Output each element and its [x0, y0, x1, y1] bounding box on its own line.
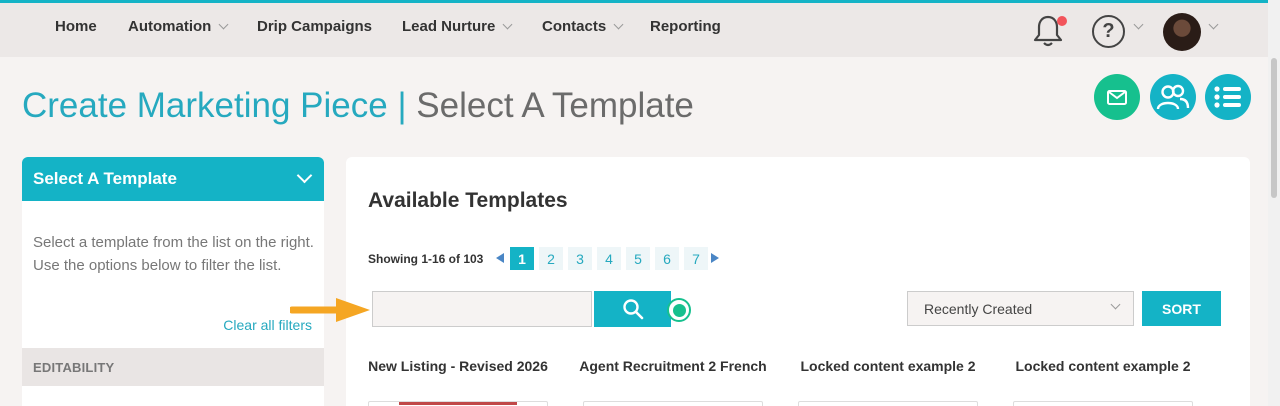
sort-select-value: Recently Created	[924, 301, 1033, 317]
nav-reporting[interactable]: Reporting	[650, 18, 721, 35]
template-thumbnail[interactable]	[1013, 401, 1193, 406]
templates-title: Available Templates	[368, 189, 568, 212]
template-thumbnail[interactable]	[583, 401, 763, 406]
template-card-title[interactable]: Locked content example 2	[793, 358, 983, 375]
template-card-title[interactable]: Locked content example 2	[1008, 358, 1198, 375]
search-button[interactable]	[594, 291, 671, 327]
search-icon	[622, 299, 643, 320]
page-scrollbar-thumb[interactable]	[1271, 58, 1277, 198]
pagination-next-icon[interactable]	[711, 253, 719, 263]
nav-lead-nurture[interactable]: Lead Nurture	[402, 18, 513, 35]
page-link[interactable]: 2	[539, 247, 563, 270]
chevron-down-icon	[218, 19, 229, 30]
pagination-prev-icon[interactable]	[496, 253, 504, 263]
users-button[interactable]	[1150, 74, 1196, 120]
editability-section-header[interactable]: EDITABILITY	[22, 348, 324, 386]
nav-contacts-label: Contacts	[542, 18, 607, 35]
template-thumbnail[interactable]	[798, 401, 978, 406]
mail-icon	[1107, 90, 1127, 105]
page-title-sub: Select A Template	[416, 86, 694, 125]
top-navbar: Home Automation Drip Campaigns Lead Nurt…	[0, 3, 1280, 57]
template-thumbnail[interactable]	[368, 401, 548, 406]
nav-reporting-label: Reporting	[650, 18, 721, 35]
nav-home[interactable]: Home	[55, 18, 97, 35]
page-link[interactable]: 3	[568, 247, 592, 270]
page-title: Create Marketing Piece | Select A Templa…	[22, 86, 694, 126]
status-radio-toggle[interactable]	[667, 298, 691, 322]
nav-home-label: Home	[55, 18, 97, 35]
chevron-down-icon	[502, 19, 513, 30]
mail-button[interactable]	[1094, 74, 1140, 120]
page-link[interactable]: 4	[597, 247, 621, 270]
nav-contacts[interactable]: Contacts	[542, 18, 624, 35]
template-search-input[interactable]	[372, 291, 592, 327]
chevron-down-icon	[1110, 299, 1121, 310]
page-link[interactable]: 5	[626, 247, 650, 270]
notification-dot	[1057, 16, 1067, 26]
pagination: 1 2 3 4 5 6 7	[510, 247, 708, 270]
page-title-separator: |	[397, 86, 407, 125]
filter-sidebar: Select A Template Select a template from…	[22, 157, 324, 406]
chevron-down-icon	[296, 167, 313, 184]
list-icon	[1214, 86, 1241, 108]
sidebar-header-label: Select A Template	[33, 169, 177, 188]
sidebar-header[interactable]: Select A Template	[22, 157, 324, 201]
page-title-main: Create Marketing Piece	[22, 86, 388, 125]
sort-select[interactable]: Recently Created	[907, 291, 1134, 326]
page-link[interactable]: 6	[655, 247, 679, 270]
template-card-title[interactable]: Agent Recruitment 2 French	[578, 358, 768, 375]
sidebar-description: Select a template from the list on the r…	[33, 234, 314, 274]
templates-panel: Available Templates Showing 1-16 of 103 …	[346, 157, 1250, 406]
question-mark-icon: ?	[1102, 20, 1115, 42]
list-button[interactable]	[1205, 74, 1251, 120]
chevron-down-icon[interactable]	[1208, 19, 1219, 30]
template-card-title[interactable]: New Listing - Revised 2026	[363, 358, 553, 375]
page-link[interactable]: 7	[684, 247, 708, 270]
nav-drip-campaigns-label: Drip Campaigns	[257, 18, 373, 35]
nav-drip-campaigns[interactable]: Drip Campaigns	[257, 18, 372, 35]
page-link[interactable]: 1	[510, 247, 534, 270]
help-button[interactable]: ?	[1092, 15, 1125, 48]
sort-button[interactable]: SORT	[1142, 291, 1221, 326]
avatar[interactable]	[1163, 13, 1201, 51]
users-icon	[1156, 84, 1190, 110]
showing-count: Showing 1-16 of 103	[368, 252, 484, 266]
chevron-down-icon[interactable]	[1133, 19, 1144, 30]
nav-automation[interactable]: Automation	[128, 18, 229, 35]
chevron-down-icon	[613, 19, 624, 30]
nav-lead-nurture-label: Lead Nurture	[402, 18, 496, 35]
nav-automation-label: Automation	[128, 18, 212, 35]
annotation-arrow-icon	[290, 298, 370, 322]
